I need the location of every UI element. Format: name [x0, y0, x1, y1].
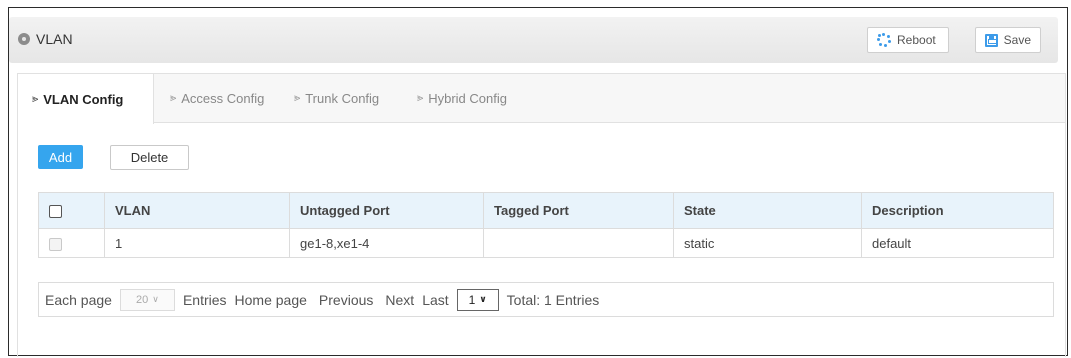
save-button[interactable]: Save: [975, 27, 1041, 53]
save-icon: [985, 33, 998, 47]
save-label: Save: [1003, 33, 1031, 47]
page-title: VLAN: [18, 31, 73, 47]
pagination-bar: Each page 20 ∨ Entries Home page Previou…: [38, 282, 1054, 317]
tab-vlan-config[interactable]: ⪢ VLAN Config: [18, 74, 154, 124]
each-page-label: Each page: [45, 291, 112, 308]
reboot-button[interactable]: Reboot: [867, 27, 949, 53]
tab-label: Trunk Config: [305, 91, 380, 106]
page-title-text: VLAN: [36, 31, 73, 47]
table-row: 1 ge1-8,xe1-4 static default: [38, 228, 1054, 258]
page-number-select[interactable]: 1 ∨: [456, 288, 499, 311]
column-header: Tagged Port: [483, 192, 674, 229]
vlan-table: VLAN Untagged Port Tagged Port State Des…: [38, 192, 1054, 258]
circle-icon: [18, 33, 30, 45]
page-number-value: 1: [468, 292, 476, 307]
chevron-right-icon: ⪢: [417, 92, 424, 104]
tab-trunk-config[interactable]: ⪢ Trunk Config: [294, 74, 379, 123]
page-size-select[interactable]: 20 ∨: [119, 288, 175, 311]
tab-label: Hybrid Config: [428, 91, 507, 106]
cell-description: default: [861, 228, 1054, 258]
tab-label: Access Config: [181, 91, 265, 106]
reboot-label: Reboot: [897, 33, 936, 47]
page-size-value: 20: [136, 293, 149, 306]
reboot-icon: [877, 33, 891, 47]
chevron-down-icon: ∨: [479, 294, 487, 304]
cell-state: static: [673, 228, 862, 258]
column-header: State: [673, 192, 862, 229]
add-button[interactable]: Add: [38, 145, 83, 169]
column-header: Untagged Port: [289, 192, 484, 229]
tab-access-config[interactable]: ⪢ Access Config: [170, 74, 264, 123]
tab-bar: ⪢ VLAN Config ⪢ Access Config ⪢ Trunk Co…: [18, 74, 1065, 124]
column-header: Description: [861, 192, 1054, 229]
cell-vlan: 1: [104, 228, 290, 258]
page-header: VLAN Reboot Save: [9, 17, 1058, 63]
column-header: VLAN: [104, 192, 290, 229]
entries-label: Entries: [182, 291, 227, 308]
previous-link[interactable]: Previous: [319, 292, 373, 308]
home-page-link[interactable]: Home page: [235, 292, 307, 308]
chevron-right-icon: ⪢: [294, 92, 301, 104]
select-all-cell: [38, 192, 105, 229]
chevron-down-icon: ∨: [152, 294, 159, 304]
cell-untagged: ge1-8,xe1-4: [289, 228, 484, 258]
tab-label: VLAN Config: [43, 91, 124, 107]
tab-hybrid-config[interactable]: ⪢ Hybrid Config: [417, 74, 507, 123]
chevron-right-icon: ⪢: [32, 92, 39, 105]
next-link[interactable]: Next: [385, 292, 414, 308]
delete-button[interactable]: Delete: [110, 145, 189, 170]
table-header-row: VLAN Untagged Port Tagged Port State Des…: [38, 192, 1054, 229]
total-entries: Total: 1 Entries: [506, 291, 600, 308]
chevron-right-icon: ⪢: [170, 92, 177, 104]
select-all-checkbox[interactable]: [49, 205, 62, 219]
row-select-cell: [38, 228, 105, 258]
last-link[interactable]: Last: [422, 292, 448, 308]
row-checkbox[interactable]: [49, 237, 62, 251]
cell-tagged: [483, 228, 674, 258]
